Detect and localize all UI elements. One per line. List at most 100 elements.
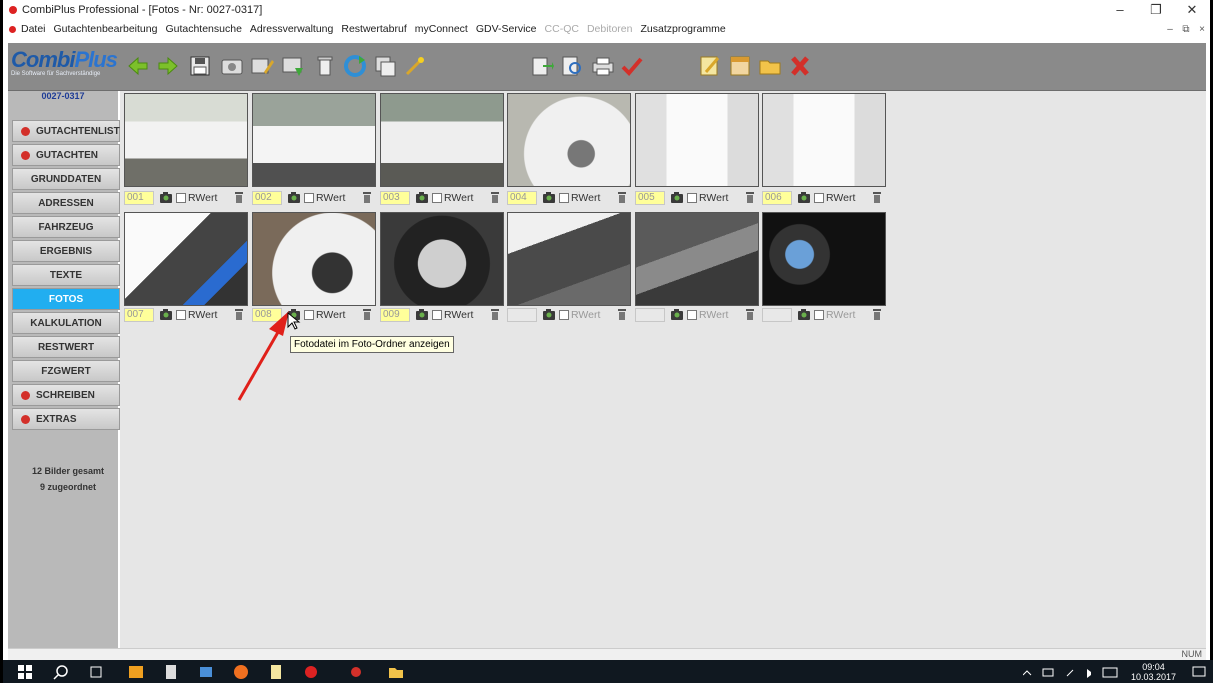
photo-thumbnail[interactable] [252, 93, 376, 187]
close-button[interactable]: ✕ [1174, 2, 1210, 18]
rwert-checkbox[interactable] [304, 193, 314, 203]
nav-restwert[interactable]: RESTWERT [12, 336, 120, 358]
photo-thumbnail[interactable] [252, 212, 376, 306]
nav-grunddaten[interactable]: GRUNDDATEN [12, 168, 120, 190]
menu-gutachtenbearbeitung[interactable]: Gutachtenbearbeitung [54, 23, 158, 35]
rwert-checkbox[interactable] [304, 310, 314, 320]
refresh-icon[interactable] [343, 54, 367, 78]
rwert-checkbox[interactable] [432, 310, 442, 320]
trash-icon[interactable] [362, 192, 372, 203]
camera-icon[interactable] [160, 192, 172, 203]
camera-icon[interactable] [671, 309, 683, 320]
rwert-checkbox[interactable] [687, 193, 697, 203]
nav-gutachten[interactable]: GUTACHTEN [12, 144, 120, 166]
export-icon[interactable] [530, 54, 554, 78]
file-explorer-icon[interactable] [388, 664, 404, 680]
photo-thumbnail[interactable] [380, 212, 504, 306]
camera-icon[interactable] [798, 309, 810, 320]
windows-start-icon[interactable] [17, 664, 33, 680]
photo-number-field[interactable]: 005 [635, 191, 665, 205]
printer-icon[interactable] [591, 54, 615, 78]
search-icon[interactable] [53, 664, 69, 680]
rwert-checkbox[interactable] [559, 310, 569, 320]
nav-extras[interactable]: EXTRAS [12, 408, 120, 430]
outlook-icon[interactable] [128, 664, 144, 680]
rwert-checkbox[interactable] [432, 193, 442, 203]
forward-arrow-icon[interactable] [156, 54, 180, 78]
rwert-checkbox[interactable] [176, 310, 186, 320]
clock[interactable]: 09:04 10.03.2017 [1131, 662, 1176, 682]
photo-number-field[interactable]: 004 [507, 191, 537, 205]
magic-wand-icon[interactable] [403, 54, 427, 78]
nav-ergebnis[interactable]: ERGEBNIS [12, 240, 120, 262]
menu-datei[interactable]: Datei [21, 23, 46, 35]
trash-icon[interactable] [362, 309, 372, 320]
photo-number-field[interactable]: 007 [124, 308, 154, 322]
photo-number-field[interactable]: 003 [380, 191, 410, 205]
notepad-icon[interactable] [698, 54, 722, 78]
rwert-checkbox[interactable] [176, 193, 186, 203]
photo-number-field[interactable]: 002 [252, 191, 282, 205]
photo-thumbnail[interactable] [380, 93, 504, 187]
rwert-checkbox[interactable] [687, 310, 697, 320]
menu-restwertabruf[interactable]: Restwertabruf [341, 23, 406, 35]
document-icon[interactable] [9, 25, 16, 33]
photo-number-field[interactable]: 006 [762, 191, 792, 205]
photo-number-field[interactable]: 009 [380, 308, 410, 322]
nav-gutachtenliste[interactable]: GUTACHTENLISTE [12, 120, 126, 142]
minimize-button[interactable]: – [1102, 2, 1138, 18]
nav-fotos[interactable]: FOTOS [12, 288, 120, 310]
photo-number-field[interactable] [635, 308, 665, 322]
trash-icon[interactable] [745, 309, 755, 320]
task-view-icon[interactable] [88, 664, 104, 680]
trash-icon[interactable] [872, 192, 882, 203]
mdi-close-button[interactable]: × [1194, 24, 1210, 35]
photo-thumbnail[interactable] [762, 93, 886, 187]
photo-number-field[interactable]: 001 [124, 191, 154, 205]
restore-button[interactable]: ❐ [1138, 2, 1174, 18]
copy-photo-icon[interactable] [373, 54, 397, 78]
save-icon[interactable] [188, 54, 212, 78]
menu-myconnect[interactable]: myConnect [415, 23, 468, 35]
back-arrow-icon[interactable] [126, 54, 150, 78]
print-preview-icon[interactable] [560, 54, 584, 78]
trash-icon[interactable] [745, 192, 755, 203]
document-app-icon[interactable] [163, 664, 179, 680]
import-photo-icon[interactable] [281, 54, 305, 78]
menu-zusatzprogramme[interactable]: Zusatzprogramme [640, 23, 725, 35]
photo-thumbnail[interactable] [507, 212, 631, 306]
camera-icon[interactable] [543, 309, 555, 320]
app-blue-icon[interactable] [198, 664, 214, 680]
trash-icon[interactable] [617, 309, 627, 320]
camera-icon[interactable] [288, 192, 300, 203]
photo-number-field[interactable] [762, 308, 792, 322]
camera-icon[interactable] [671, 192, 683, 203]
photo-thumbnail[interactable] [124, 93, 248, 187]
photo-thumbnail[interactable] [124, 212, 248, 306]
trash-icon[interactable] [617, 192, 627, 203]
close-red-x-icon[interactable] [788, 54, 812, 78]
rwert-checkbox[interactable] [814, 310, 824, 320]
notification-icon[interactable] [1191, 664, 1207, 680]
photo-thumbnail[interactable] [635, 212, 759, 306]
firefox-icon[interactable] [233, 664, 249, 680]
photo-thumbnail[interactable] [507, 93, 631, 187]
nav-schreiben[interactable]: SCHREIBEN [12, 384, 120, 406]
app-red-icon[interactable] [303, 664, 319, 680]
mdi-minimize-button[interactable]: – [1162, 24, 1178, 35]
photo-thumbnail[interactable] [635, 93, 759, 187]
camera-icon[interactable] [160, 309, 172, 320]
checkmark-icon[interactable] [620, 54, 644, 78]
nav-kalkulation[interactable]: KALKULATION [12, 312, 120, 334]
menu-adressverwaltung[interactable]: Adressverwaltung [250, 23, 333, 35]
mdi-restore-button[interactable]: ⧉ [1178, 24, 1194, 35]
camera-icon[interactable] [416, 309, 428, 320]
folder-icon[interactable] [758, 54, 782, 78]
photo-thumbnail[interactable] [762, 212, 886, 306]
nav-texte[interactable]: TEXTE [12, 264, 120, 286]
camera-icon[interactable] [798, 192, 810, 203]
combiplus-taskbar-icon[interactable] [348, 664, 364, 680]
delete-photo-icon[interactable] [313, 54, 337, 78]
trash-icon[interactable] [490, 309, 500, 320]
nav-fahrzeug[interactable]: FAHRZEUG [12, 216, 120, 238]
